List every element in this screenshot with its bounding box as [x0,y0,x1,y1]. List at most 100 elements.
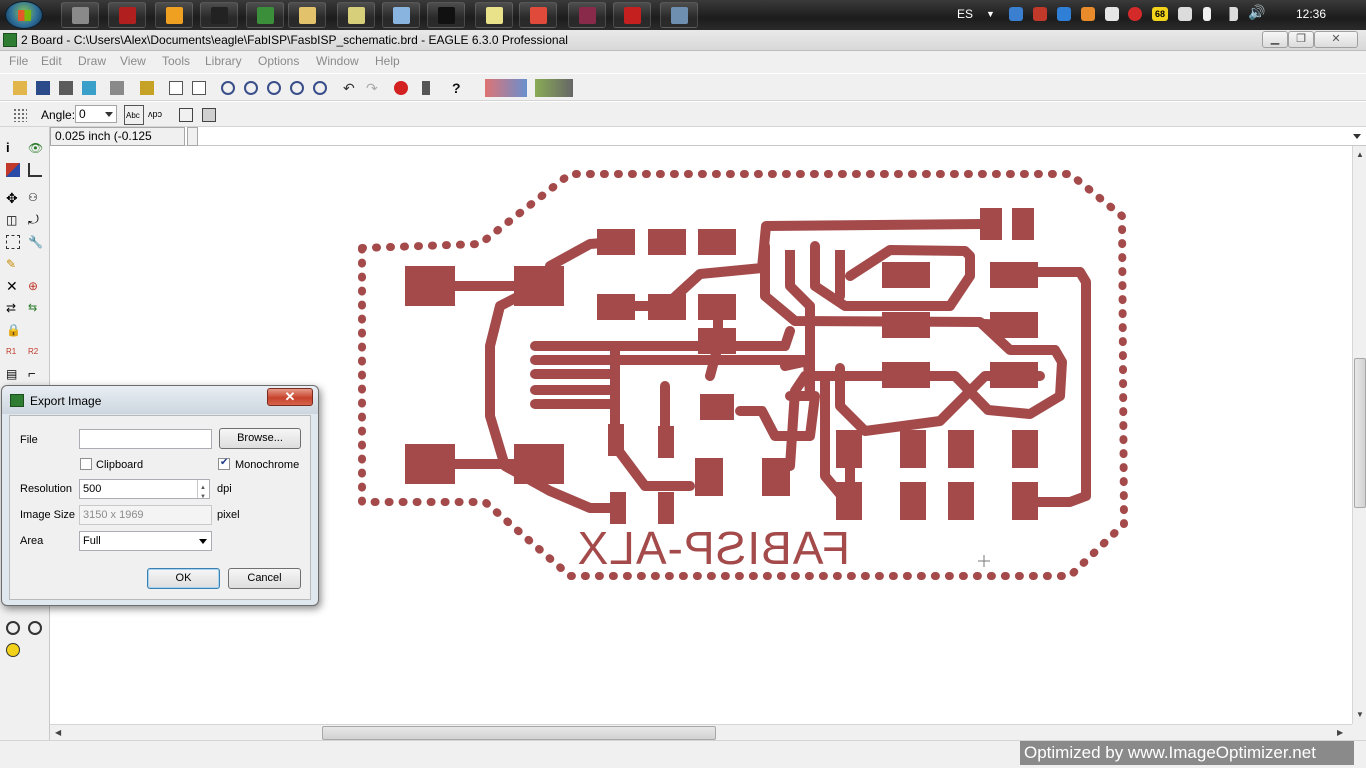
zoom-fit-button[interactable] [219,79,237,97]
dialog-close-button[interactable]: ✕ [267,388,313,406]
taskbar-app-chrome[interactable] [246,2,284,28]
menu-help[interactable]: Help [375,54,400,68]
print-button[interactable] [57,79,75,97]
delete-button[interactable]: ✕ [4,277,22,295]
redo-button[interactable]: ↷ [364,79,382,97]
scroll-down-icon[interactable]: ▼ [1356,710,1364,719]
volume-icon[interactable]: 🔊 [1248,4,1265,21]
horizontal-scroll-thumb[interactable] [322,726,716,740]
taskbar-app-notes[interactable] [475,2,513,28]
switch-schematic-button[interactable] [108,79,126,97]
errors-button[interactable] [4,641,22,659]
ok-button[interactable]: OK [147,568,220,589]
taskbar-app-eagle[interactable] [61,2,99,28]
resolution-input[interactable]: 500 [79,479,210,506]
menu-tools[interactable]: Tools [162,54,190,68]
ripup-button[interactable] [26,619,44,637]
taskbar-app-archive[interactable] [568,2,606,28]
name-button[interactable]: R1 [4,343,22,361]
taskbar-app-inkscape[interactable] [427,2,465,28]
undo-button[interactable]: ↶ [341,79,359,97]
badge-count[interactable]: 68 [1152,7,1168,21]
layer-view-button[interactable] [177,106,195,124]
open-button[interactable] [11,79,29,97]
group-button[interactable] [4,233,22,251]
zoom-select-button[interactable] [311,79,329,97]
angle-select[interactable]: 0 [75,105,117,123]
help-button[interactable]: ? [450,79,468,97]
save-button[interactable] [34,79,52,97]
paste-button[interactable]: ✎ [4,255,22,273]
move-button[interactable]: ✥ [4,189,22,207]
taskbar-app-document[interactable] [382,2,420,28]
pinswap-button[interactable]: ⇄ [4,299,22,317]
scroll-right-icon[interactable]: ▶ [1337,728,1343,737]
zoom-redraw-button[interactable] [288,79,306,97]
pcb-quote-button[interactable] [535,77,573,99]
change-button[interactable]: 🔧 [26,233,44,251]
tool-icon[interactable] [1033,7,1047,21]
minimize-button[interactable]: ▁ [1262,31,1288,48]
mirror-button[interactable]: ◫ [4,211,22,229]
ratsnest-button[interactable] [4,619,22,637]
taskbar-app-image-viewer[interactable] [337,2,375,28]
zoom-out-button[interactable] [265,79,283,97]
cloud-upload-icon[interactable] [1009,7,1023,21]
copy-button[interactable]: ⚇ [26,189,44,207]
taskbar-app-network[interactable] [660,2,698,28]
add-button[interactable]: ⊕ [26,277,44,295]
text-mirror-button[interactable]: ʌpɔ [148,106,166,124]
menu-library[interactable]: Library [205,54,242,68]
menu-view[interactable]: View [120,54,146,68]
taskbar-app-notepad-n[interactable] [200,2,238,28]
ulp-button[interactable] [190,79,208,97]
avast-icon[interactable] [1081,7,1095,21]
area-select[interactable]: Full [79,531,212,551]
rotate-button[interactable]: ⤾ [26,211,44,229]
text-spin-button[interactable]: Abc [124,105,144,125]
smash-button[interactable]: ▤ [4,365,22,383]
clipboard-checkbox[interactable] [80,458,92,470]
scroll-left-icon[interactable]: ◀ [55,728,61,737]
scroll-up-icon[interactable]: ▲ [1356,150,1364,159]
design-link-button[interactable] [485,77,527,99]
menu-window[interactable]: Window [316,54,359,68]
cam-button[interactable] [80,79,98,97]
vertical-scrollbar[interactable]: ▲ ▼ [1352,146,1366,724]
cloud-icon[interactable] [1105,7,1119,21]
resolution-spinner[interactable] [197,479,209,506]
value-button[interactable]: R2 [26,343,44,361]
taskbar-app-media-player[interactable] [155,2,193,28]
zoom-in-button[interactable] [242,79,260,97]
file-input[interactable] [79,429,212,449]
cancel-button[interactable]: Cancel [228,568,301,589]
show-button[interactable]: 👁 [26,139,44,157]
close-button[interactable]: ✕ [1314,31,1358,48]
mark-button[interactable] [26,161,44,179]
replace-button[interactable]: ⇆ [26,299,44,317]
menu-options[interactable]: Options [258,54,299,68]
go-button[interactable] [417,79,435,97]
taskbar-app-pcb-z[interactable] [108,2,146,28]
miter-button[interactable]: ⌐ [26,365,44,383]
grid-button[interactable] [11,106,29,124]
menu-edit[interactable]: Edit [41,54,62,68]
command-history-dropdown[interactable] [1353,134,1361,139]
lock-button[interactable]: 🔒 [4,321,22,339]
script-button[interactable] [167,79,185,97]
battery-icon[interactable] [1203,7,1211,21]
vertical-scroll-thumb[interactable] [1354,358,1366,508]
menu-file[interactable]: File [9,54,28,68]
library-button[interactable] [138,79,156,97]
browse-button[interactable]: Browse... [219,428,301,449]
start-button[interactable] [5,1,43,29]
command-input[interactable] [187,127,198,146]
language-indicator[interactable]: ES [957,7,973,21]
language-dropdown-icon[interactable]: ▼ [986,9,995,19]
horizontal-scrollbar[interactable]: ◀ ▶ [50,724,1352,740]
taskbar-app-file-explorer[interactable] [288,2,326,28]
info-button[interactable]: i [4,139,22,157]
clock[interactable]: 12:36 [1296,7,1326,21]
menu-draw[interactable]: Draw [78,54,106,68]
flag-icon[interactable] [1178,7,1192,21]
